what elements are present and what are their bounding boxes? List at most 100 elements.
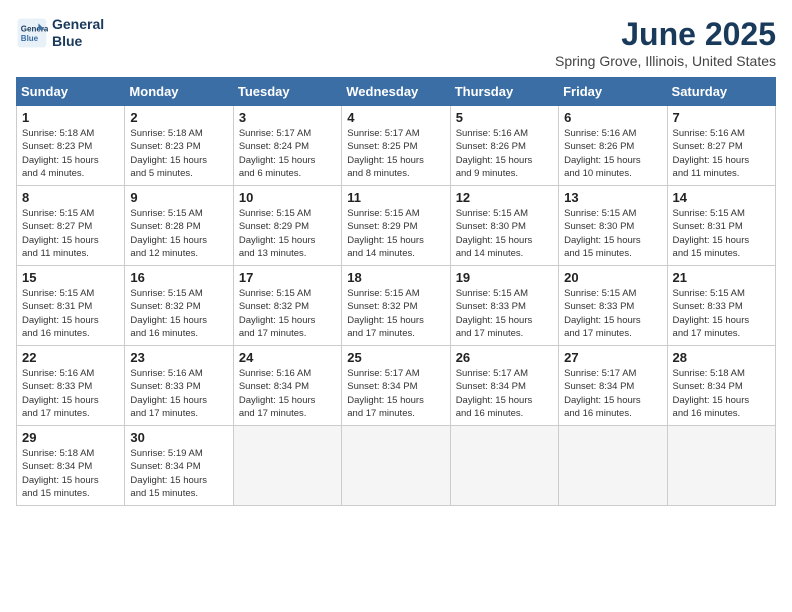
- day-number: 10: [239, 190, 336, 205]
- day-info: Sunrise: 5:16 AM Sunset: 8:26 PM Dayligh…: [564, 127, 661, 180]
- calendar-cell: 2 Sunrise: 5:18 AM Sunset: 8:23 PM Daylig…: [125, 106, 233, 186]
- day-info: Sunrise: 5:15 AM Sunset: 8:31 PM Dayligh…: [673, 207, 770, 260]
- week-row-4: 22 Sunrise: 5:16 AM Sunset: 8:33 PM Dayli…: [17, 346, 776, 426]
- calendar-cell: 4 Sunrise: 5:17 AM Sunset: 8:25 PM Daylig…: [342, 106, 450, 186]
- col-saturday: Saturday: [667, 78, 775, 106]
- calendar-cell: 8 Sunrise: 5:15 AM Sunset: 8:27 PM Daylig…: [17, 186, 125, 266]
- day-number: 29: [22, 430, 119, 445]
- day-info: Sunrise: 5:15 AM Sunset: 8:28 PM Dayligh…: [130, 207, 227, 260]
- day-number: 8: [22, 190, 119, 205]
- day-info: Sunrise: 5:15 AM Sunset: 8:33 PM Dayligh…: [673, 287, 770, 340]
- col-wednesday: Wednesday: [342, 78, 450, 106]
- calendar-cell: [450, 426, 558, 506]
- day-info: Sunrise: 5:15 AM Sunset: 8:29 PM Dayligh…: [239, 207, 336, 260]
- day-number: 5: [456, 110, 553, 125]
- day-info: Sunrise: 5:18 AM Sunset: 8:23 PM Dayligh…: [130, 127, 227, 180]
- calendar-cell: [667, 426, 775, 506]
- calendar-title: June 2025: [555, 16, 776, 53]
- calendar-cell: 1 Sunrise: 5:18 AM Sunset: 8:23 PM Daylig…: [17, 106, 125, 186]
- day-number: 24: [239, 350, 336, 365]
- week-row-5: 29 Sunrise: 5:18 AM Sunset: 8:34 PM Dayli…: [17, 426, 776, 506]
- day-number: 27: [564, 350, 661, 365]
- calendar-cell: 5 Sunrise: 5:16 AM Sunset: 8:26 PM Daylig…: [450, 106, 558, 186]
- logo-icon: General Blue: [16, 17, 48, 49]
- calendar-cell: 23Sunrise: 5:16 AM Sunset: 8:33 PM Dayli…: [125, 346, 233, 426]
- day-number: 12: [456, 190, 553, 205]
- day-number: 20: [564, 270, 661, 285]
- calendar-cell: 20Sunrise: 5:15 AM Sunset: 8:33 PM Dayli…: [559, 266, 667, 346]
- day-number: 11: [347, 190, 444, 205]
- calendar-cell: 29 Sunrise: 5:18 AM Sunset: 8:34 PM Dayli…: [17, 426, 125, 506]
- day-info: Sunrise: 5:15 AM Sunset: 8:27 PM Dayligh…: [22, 207, 119, 260]
- calendar-cell: 17 Sunrise: 5:15 AM Sunset: 8:32 PM Dayli…: [233, 266, 341, 346]
- calendar-cell: 24 Sunrise: 5:16 AM Sunset: 8:34 PM Dayli…: [233, 346, 341, 426]
- day-info: Sunrise: 5:17 AM Sunset: 8:34 PM Dayligh…: [456, 367, 553, 420]
- header-row: Sunday Monday Tuesday Wednesday Thursday…: [17, 78, 776, 106]
- calendar-subtitle: Spring Grove, Illinois, United States: [555, 53, 776, 69]
- day-info: Sunrise: 5:15 AM Sunset: 8:32 PM Dayligh…: [347, 287, 444, 340]
- day-info: Sunrise: 5:18 AM Sunset: 8:34 PM Dayligh…: [22, 447, 119, 500]
- day-number: 18: [347, 270, 444, 285]
- day-info: Sunrise: 5:17 AM Sunset: 8:34 PM Dayligh…: [564, 367, 661, 420]
- week-row-3: 15 Sunrise: 5:15 AM Sunset: 8:31 PM Dayli…: [17, 266, 776, 346]
- calendar-cell: 22 Sunrise: 5:16 AM Sunset: 8:33 PM Dayli…: [17, 346, 125, 426]
- day-number: 7: [673, 110, 770, 125]
- day-number: 26: [456, 350, 553, 365]
- day-number: 17: [239, 270, 336, 285]
- col-friday: Friday: [559, 78, 667, 106]
- day-info: Sunrise: 5:16 AM Sunset: 8:33 PM Dayligh…: [22, 367, 119, 420]
- col-sunday: Sunday: [17, 78, 125, 106]
- day-number: 23: [130, 350, 227, 365]
- day-info: Sunrise: 5:18 AM Sunset: 8:34 PM Dayligh…: [673, 367, 770, 420]
- day-number: 15: [22, 270, 119, 285]
- calendar-cell: 27 Sunrise: 5:17 AM Sunset: 8:34 PM Dayli…: [559, 346, 667, 426]
- calendar-cell: 12Sunrise: 5:15 AM Sunset: 8:30 PM Dayli…: [450, 186, 558, 266]
- day-number: 1: [22, 110, 119, 125]
- day-info: Sunrise: 5:16 AM Sunset: 8:27 PM Dayligh…: [673, 127, 770, 180]
- day-number: 13: [564, 190, 661, 205]
- header: General Blue General Blue June 2025 Spri…: [16, 16, 776, 69]
- day-info: Sunrise: 5:16 AM Sunset: 8:34 PM Dayligh…: [239, 367, 336, 420]
- calendar-table: Sunday Monday Tuesday Wednesday Thursday…: [16, 77, 776, 506]
- day-number: 21: [673, 270, 770, 285]
- calendar-cell: 14 Sunrise: 5:15 AM Sunset: 8:31 PM Dayli…: [667, 186, 775, 266]
- day-number: 16: [130, 270, 227, 285]
- logo: General Blue General Blue: [16, 16, 104, 50]
- calendar-cell: 16 Sunrise: 5:15 AM Sunset: 8:32 PM Dayli…: [125, 266, 233, 346]
- day-number: 19: [456, 270, 553, 285]
- day-number: 2: [130, 110, 227, 125]
- calendar-cell: 11 Sunrise: 5:15 AM Sunset: 8:29 PM Dayli…: [342, 186, 450, 266]
- day-number: 30: [130, 430, 227, 445]
- calendar-cell: 13Sunrise: 5:15 AM Sunset: 8:30 PM Dayli…: [559, 186, 667, 266]
- day-number: 22: [22, 350, 119, 365]
- day-info: Sunrise: 5:17 AM Sunset: 8:25 PM Dayligh…: [347, 127, 444, 180]
- day-info: Sunrise: 5:17 AM Sunset: 8:24 PM Dayligh…: [239, 127, 336, 180]
- day-info: Sunrise: 5:15 AM Sunset: 8:31 PM Dayligh…: [22, 287, 119, 340]
- svg-text:General: General: [21, 24, 48, 33]
- day-info: Sunrise: 5:15 AM Sunset: 8:29 PM Dayligh…: [347, 207, 444, 260]
- calendar-cell: [233, 426, 341, 506]
- title-block: June 2025 Spring Grove, Illinois, United…: [555, 16, 776, 69]
- day-info: Sunrise: 5:15 AM Sunset: 8:33 PM Dayligh…: [456, 287, 553, 340]
- calendar-cell: 21 Sunrise: 5:15 AM Sunset: 8:33 PM Dayli…: [667, 266, 775, 346]
- calendar-cell: 18 Sunrise: 5:15 AM Sunset: 8:32 PM Dayli…: [342, 266, 450, 346]
- day-number: 14: [673, 190, 770, 205]
- day-number: 25: [347, 350, 444, 365]
- week-row-2: 8 Sunrise: 5:15 AM Sunset: 8:27 PM Daylig…: [17, 186, 776, 266]
- calendar-cell: 15 Sunrise: 5:15 AM Sunset: 8:31 PM Dayli…: [17, 266, 125, 346]
- day-number: 4: [347, 110, 444, 125]
- col-tuesday: Tuesday: [233, 78, 341, 106]
- day-number: 6: [564, 110, 661, 125]
- calendar-cell: 28 Sunrise: 5:18 AM Sunset: 8:34 PM Dayli…: [667, 346, 775, 426]
- day-info: Sunrise: 5:15 AM Sunset: 8:32 PM Dayligh…: [130, 287, 227, 340]
- calendar-cell: 25Sunrise: 5:17 AM Sunset: 8:34 PM Dayli…: [342, 346, 450, 426]
- calendar-cell: 30Sunrise: 5:19 AM Sunset: 8:34 PM Dayli…: [125, 426, 233, 506]
- calendar-cell: [342, 426, 450, 506]
- day-info: Sunrise: 5:18 AM Sunset: 8:23 PM Dayligh…: [22, 127, 119, 180]
- day-info: Sunrise: 5:15 AM Sunset: 8:32 PM Dayligh…: [239, 287, 336, 340]
- day-number: 9: [130, 190, 227, 205]
- day-info: Sunrise: 5:16 AM Sunset: 8:26 PM Dayligh…: [456, 127, 553, 180]
- day-number: 28: [673, 350, 770, 365]
- day-number: 3: [239, 110, 336, 125]
- calendar-cell: 7 Sunrise: 5:16 AM Sunset: 8:27 PM Daylig…: [667, 106, 775, 186]
